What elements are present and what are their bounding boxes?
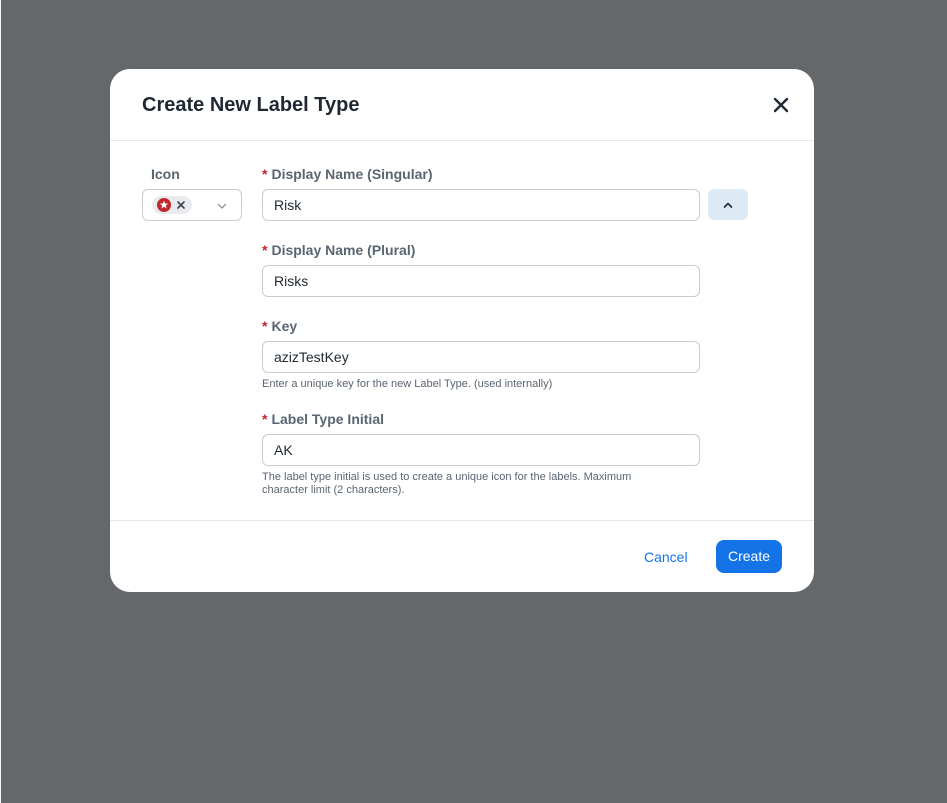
display-name-singular-input[interactable]	[262, 189, 700, 221]
collapse-fields-button[interactable]	[708, 189, 748, 220]
required-marker: *	[262, 242, 268, 258]
key-label: * Key	[262, 318, 298, 334]
icon-select[interactable]	[142, 189, 242, 221]
label-type-initial-label: * Label Type Initial	[262, 411, 384, 427]
display-name-plural-label: * Display Name (Plural)	[262, 242, 416, 258]
help-text-line: character limit (2 characters).	[262, 484, 405, 496]
key-help-text: Enter a unique key for the new Label Typ…	[262, 378, 553, 390]
page-edge	[0, 0, 1, 803]
dialog-footer: Cancel Create	[110, 520, 814, 592]
chevron-up-icon	[723, 202, 733, 208]
remove-icon-chip-icon[interactable]	[176, 200, 186, 210]
label-type-initial-input[interactable]	[262, 434, 700, 466]
dialog-header: Create New Label Type	[110, 69, 814, 141]
chevron-down-icon	[217, 203, 227, 209]
help-text-line: The label type initial is used to create…	[262, 471, 632, 483]
required-marker: *	[262, 166, 268, 182]
label-type-initial-help-text: The label type initial is used to create…	[262, 471, 631, 497]
selected-icon-chip	[152, 196, 192, 214]
close-button[interactable]	[770, 94, 792, 116]
create-label-type-dialog: Create New Label Type Icon * Display Name…	[110, 69, 814, 592]
dialog-title: Create New Label Type	[142, 94, 360, 116]
icon-field-label: Icon	[151, 166, 180, 182]
key-input[interactable]	[262, 341, 700, 373]
red-star-badge-icon	[157, 198, 171, 212]
display-name-singular-label: * Display Name (Singular)	[262, 166, 433, 182]
required-marker: *	[262, 318, 268, 334]
cancel-button[interactable]: Cancel	[644, 548, 688, 566]
close-icon	[773, 97, 789, 113]
create-button[interactable]: Create	[716, 540, 782, 573]
required-marker: *	[262, 411, 268, 427]
display-name-plural-input[interactable]	[262, 265, 700, 297]
